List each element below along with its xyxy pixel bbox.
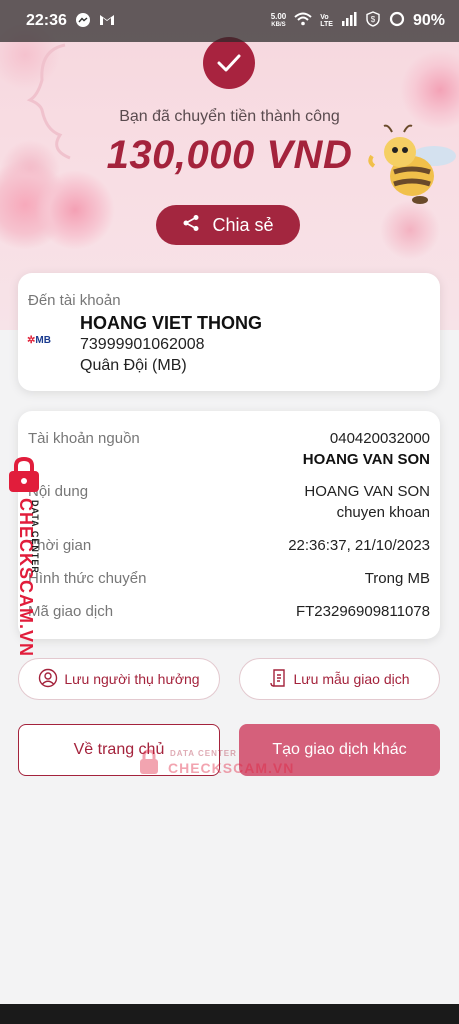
decor-flower <box>35 170 115 250</box>
content-line-1: HOANG VAN SON <box>304 483 430 500</box>
user-circle-icon <box>38 668 58 691</box>
signal-icon <box>341 11 357 31</box>
content-row: Nội dung HOANG VAN SON chuyen khoan <box>28 483 430 521</box>
wifi-icon <box>294 12 312 31</box>
transaction-details-card: Tài khoản nguồn 040420032000 HOANG VAN S… <box>18 411 440 639</box>
source-account-row: Tài khoản nguồn 040420032000 HOANG VAN S… <box>28 430 430 468</box>
recipient-name: HOANG VIET THONG <box>80 313 263 333</box>
recipient-bank-name: Quân Đội (MB) <box>80 357 187 374</box>
time-value: 22:36:37, 21/10/2023 <box>288 537 430 554</box>
time-row: Thời gian 22:36:37, 21/10/2023 <box>28 537 430 554</box>
recipient-account-number: 73999901062008 <box>80 336 205 353</box>
recipient-card: Đến tài khoản ✲MB HOANG VIET THONG 73999… <box>18 273 440 391</box>
decor-flower <box>380 200 440 260</box>
content-line-2: chuyen khoan <box>336 504 430 521</box>
source-account-number: 040420032000 <box>329 430 430 447</box>
lock-icon <box>140 749 158 774</box>
data-saver-icon: $ <box>365 10 381 32</box>
recipient-label: Đến tài khoản <box>28 292 121 309</box>
transaction-code-value: FT23296909811078 <box>295 603 430 620</box>
messenger-icon <box>75 12 91 31</box>
save-payee-button[interactable]: Lưu người thụ hưởng <box>18 658 220 700</box>
battery-icon <box>389 11 405 32</box>
share-icon <box>182 214 200 237</box>
save-template-label: Lưu mẫu giao dịch <box>293 671 410 687</box>
svg-text:$: $ <box>371 15 376 24</box>
watermark-small-text: DATA CENTER <box>30 500 40 574</box>
lock-icon <box>9 456 39 492</box>
volte-icon: Vo LTE <box>320 14 333 28</box>
save-template-button[interactable]: Lưu mẫu giao dịch <box>239 658 440 700</box>
method-row: Hình thức chuyển Trong MB <box>28 570 430 587</box>
source-account-name: HOANG VAN SON <box>302 451 430 468</box>
status-bar: 22:36 5.00 KB/S Vo LTE $ 90% <box>0 0 459 42</box>
save-payee-label: Lưu người thụ hưởng <box>64 671 200 687</box>
transaction-code-row: Mã giao dịch FT23296909811078 <box>28 603 430 620</box>
battery-percent: 90% <box>412 12 445 29</box>
share-label: Chia sẻ <box>212 214 274 235</box>
status-time: 22:36 <box>26 12 67 29</box>
source-account-label: Tài khoản nguồn <box>28 430 140 447</box>
success-check-icon <box>203 37 255 89</box>
method-value: Trong MB <box>364 570 430 587</box>
bee-mascot-illustration <box>368 124 456 204</box>
document-icon <box>269 668 288 691</box>
mb-bank-logo: ✲MB <box>27 335 51 346</box>
watermark-center-big: CHECKSCAM.VN <box>168 760 295 776</box>
method-label: Hình thức chuyển <box>28 570 147 587</box>
system-navigation-bar <box>0 1004 459 1024</box>
gmail-icon <box>99 13 115 29</box>
checkscam-watermark-vertical: CHECKSCAM.VN DATA CENTER <box>4 456 44 657</box>
watermark-center-small: DATA CENTER <box>170 749 237 758</box>
network-speed: 5.00 KB/S <box>270 12 287 29</box>
checkscam-watermark-center: DATA CENTER CHECKSCAM.VN <box>138 745 298 779</box>
share-button[interactable]: Chia sẻ <box>156 205 300 245</box>
